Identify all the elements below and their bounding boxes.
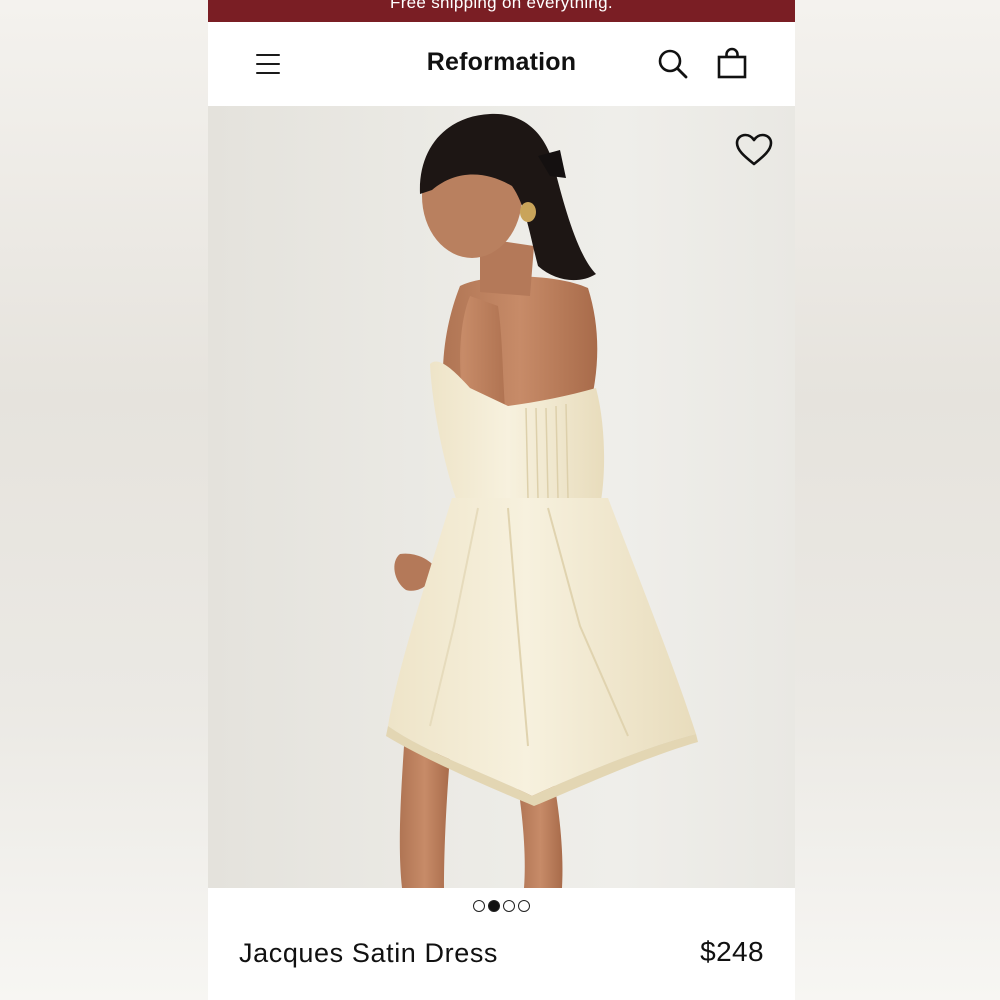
product-photo [386,113,698,888]
backdrop-left [0,0,208,1000]
gallery-dot[interactable] [488,900,500,912]
promo-text: Free shipping on everything. [390,0,613,12]
promo-banner: Free shipping on everything. [208,0,795,22]
gallery-pagination [208,898,795,914]
product-price: $248 [700,936,764,967]
gallery-dot[interactable] [503,900,515,912]
mobile-product-page: Free shipping on everything. Reformation [208,0,795,1000]
shopping-bag-icon[interactable] [714,46,750,82]
product-image-gallery[interactable] [208,106,795,888]
heart-outline-icon[interactable] [734,132,774,168]
brand-logo[interactable]: Reformation [208,48,795,77]
product-name: Jacques Satin Dress [239,938,499,968]
site-header: Reformation [208,22,795,106]
search-icon[interactable] [655,46,691,82]
gallery-dot[interactable] [518,900,530,912]
backdrop-right [795,0,1000,1000]
gallery-dot[interactable] [473,900,485,912]
